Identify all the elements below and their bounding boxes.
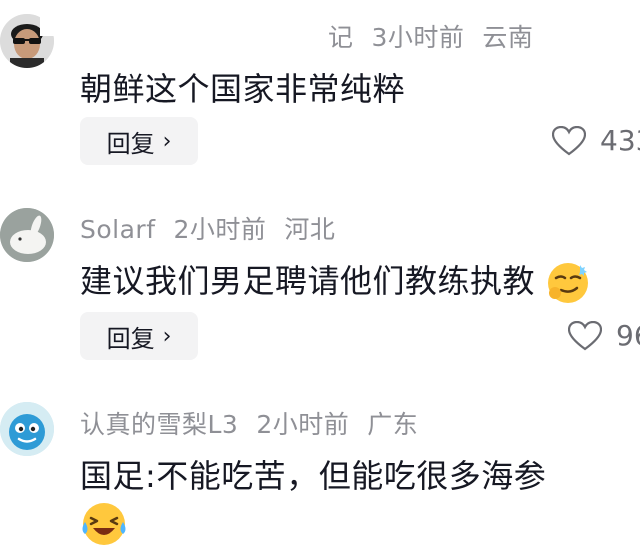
comment-meta: Solarf 2小时前 河北 — [80, 210, 353, 246]
blurred-username — [40, 0, 340, 36]
comment-emoji — [80, 500, 128, 552]
heart-icon — [552, 125, 586, 155]
laughing-crying-emoji-icon — [82, 503, 126, 545]
comment-time: 2小时前 — [173, 215, 267, 244]
comment-location: 广东 — [367, 410, 419, 439]
chevron-right-icon: › — [162, 128, 172, 154]
like-count: 433 — [600, 124, 640, 157]
reply-label: 回复 — [106, 324, 155, 353]
comment-text: 建议我们男足聘请他们教练执教 — [80, 262, 536, 300]
comment-time: 2小时前 — [256, 410, 350, 439]
comment-meta: 认真的雪梨L3 2小时前 广东 — [80, 405, 436, 441]
chevron-right-icon: › — [162, 323, 172, 349]
like-count: 96 — [616, 319, 640, 352]
blue-cartoon-avatar — [0, 402, 54, 456]
like-button[interactable]: 96 — [568, 319, 640, 352]
comment-username[interactable]: 认真的雪梨L3 — [80, 410, 238, 439]
comment-text-row: 建议我们男足聘请他们教练执教 — [80, 256, 590, 305]
smirk-emoji-icon — [547, 263, 588, 303]
heart-icon — [568, 320, 602, 350]
comment-location: 河北 — [284, 215, 336, 244]
reply-label: 回复 — [106, 129, 155, 158]
user-avatar[interactable] — [0, 208, 54, 262]
comment-text: 国足:不能吃苦，但能吃很多海参 — [80, 457, 547, 495]
user-avatar[interactable] — [0, 402, 54, 456]
comment-location: 云南 — [482, 23, 534, 52]
comment-username[interactable]: Solarf — [80, 215, 156, 244]
comment-time: 3小时前 — [371, 23, 465, 52]
meta-prefix: 记 — [328, 23, 354, 52]
like-button[interactable]: 433 — [552, 124, 640, 157]
reply-button[interactable]: 回复 › — [80, 312, 198, 360]
white-rabbit-avatar — [0, 208, 54, 262]
reply-button[interactable]: 回复 › — [80, 117, 198, 165]
comment-text: 朝鲜这个国家非常纯粹 — [80, 70, 406, 108]
comment-meta: 记 3小时前 云南 — [328, 18, 551, 54]
